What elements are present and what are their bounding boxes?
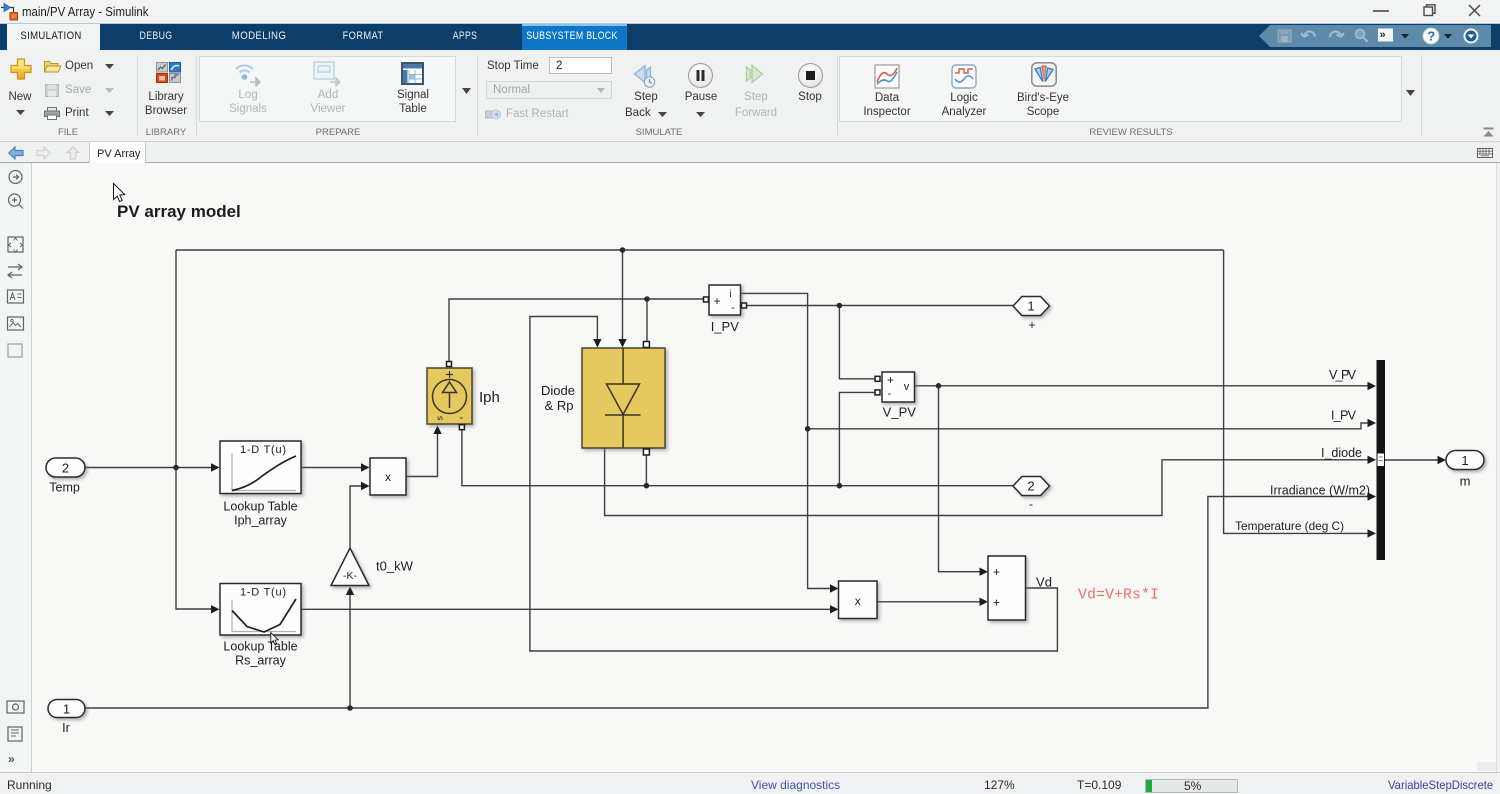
svg-text:Iph_array: Iph_array: [234, 514, 288, 528]
svg-text:V_PV: V_PV: [1329, 368, 1357, 382]
svg-text:+: +: [993, 596, 1000, 610]
svg-text:1: 1: [63, 701, 70, 716]
svg-text:I_diode: I_diode: [1321, 446, 1362, 460]
svg-text:Diode: Diode: [541, 383, 575, 398]
svg-text:I_PV: I_PV: [1331, 409, 1357, 423]
svg-text:v: v: [904, 381, 910, 393]
svg-text:1: 1: [1461, 453, 1468, 468]
svg-text:PV array model: PV array model: [117, 202, 241, 221]
svg-text:s: s: [435, 416, 445, 421]
svg-text:V_PV: V_PV: [883, 405, 917, 420]
svg-text:+: +: [887, 373, 894, 387]
svg-text:& Rp: & Rp: [545, 398, 574, 413]
svg-text:Lookup Table: Lookup Table: [223, 500, 297, 514]
svg-text:Iph: Iph: [479, 389, 500, 406]
svg-text:-: -: [1029, 497, 1033, 511]
svg-text:Temp: Temp: [49, 481, 80, 495]
svg-text:1-D T(u): 1-D T(u): [240, 587, 286, 599]
svg-text:m: m: [1460, 474, 1471, 489]
svg-text:+: +: [713, 294, 720, 308]
svg-text:i: i: [729, 289, 731, 300]
svg-text:Ir: Ir: [62, 721, 70, 735]
svg-text:x: x: [385, 470, 391, 484]
svg-text:Irradiance (W/m2): Irradiance (W/m2): [1270, 484, 1370, 498]
svg-text:Rs_array: Rs_array: [235, 654, 286, 668]
svg-text:I_PV: I_PV: [711, 319, 740, 334]
svg-text:+: +: [1028, 318, 1035, 332]
svg-text:-: -: [731, 302, 735, 314]
svg-text:t0_kW: t0_kW: [376, 559, 414, 574]
svg-text:+: +: [993, 565, 1000, 579]
svg-text:1-D T(u): 1-D T(u): [240, 444, 286, 456]
svg-text:Temperature (deg C): Temperature (deg C): [1235, 519, 1344, 533]
svg-text:x: x: [855, 594, 861, 608]
svg-text:2: 2: [62, 460, 69, 475]
svg-text:Lookup Table: Lookup Table: [223, 640, 297, 654]
svg-text:1: 1: [1027, 299, 1034, 314]
svg-text:-: -: [888, 388, 892, 400]
svg-text:-K-: -K-: [343, 570, 358, 582]
svg-text:Vd: Vd: [1036, 575, 1052, 590]
svg-text:Vd=V+Rs*I: Vd=V+Rs*I: [1078, 587, 1159, 604]
svg-text:2: 2: [1027, 479, 1034, 494]
svg-text:-: -: [460, 412, 464, 424]
